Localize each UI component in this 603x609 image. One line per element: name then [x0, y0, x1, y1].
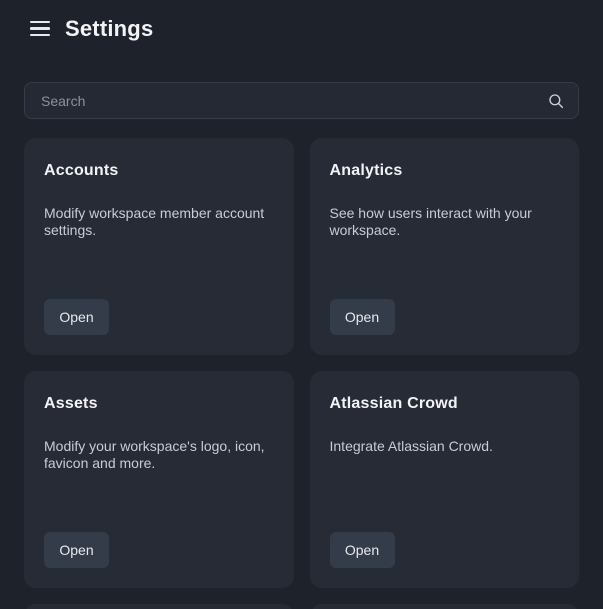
card-open-button[interactable]: Open: [330, 532, 395, 568]
card-description: Modify your workspace's logo, icon, favi…: [44, 438, 274, 472]
card-description: Integrate Atlassian Crowd.: [330, 438, 560, 455]
settings-card-partial: [24, 604, 294, 609]
search-input[interactable]: [24, 82, 579, 119]
settings-card: Atlassian Crowd Integrate Atlassian Crow…: [310, 371, 580, 588]
card-description: Modify workspace member account settings…: [44, 205, 274, 239]
settings-card: Assets Modify your workspace's logo, ico…: [24, 371, 294, 588]
hamburger-bar: [30, 34, 50, 37]
card-open-button[interactable]: Open: [330, 299, 395, 335]
hamburger-menu-icon[interactable]: [30, 19, 50, 39]
settings-card: Accounts Modify workspace member account…: [24, 138, 294, 355]
page-title: Settings: [65, 16, 153, 42]
card-title: Atlassian Crowd: [330, 395, 560, 413]
search-bar: [24, 82, 579, 119]
card-open-button[interactable]: Open: [44, 299, 109, 335]
app-header: Settings: [0, 0, 603, 44]
settings-cards-grid: Accounts Modify workspace member account…: [24, 138, 579, 609]
card-title: Accounts: [44, 162, 274, 180]
settings-card: Analytics See how users interact with yo…: [310, 138, 580, 355]
hamburger-bar: [30, 21, 50, 24]
card-description: See how users interact with your workspa…: [330, 205, 560, 239]
card-title: Analytics: [330, 162, 560, 180]
card-open-button[interactable]: Open: [44, 532, 109, 568]
card-title: Assets: [44, 395, 274, 413]
hamburger-bar: [30, 27, 50, 30]
settings-card-partial: [310, 604, 580, 609]
